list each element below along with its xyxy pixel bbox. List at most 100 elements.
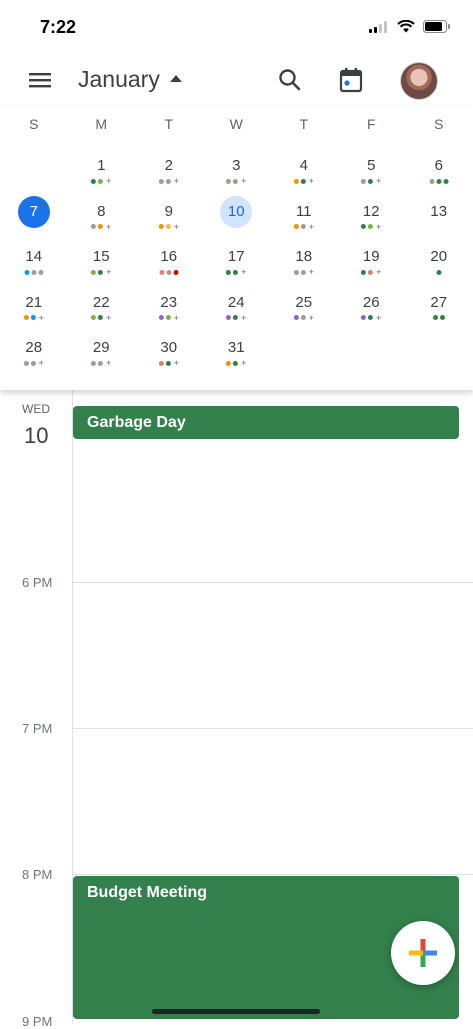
- event-dot: [293, 269, 299, 275]
- day-cell-28[interactable]: 28 +: [0, 332, 68, 378]
- more-events-indicator: +: [308, 176, 314, 186]
- day-cell-17[interactable]: 17 +: [203, 241, 271, 287]
- week-row: 7 8 +9 + 10 11 +12 + 13: [0, 195, 473, 242]
- event-indicator-dots: +: [158, 312, 179, 323]
- event-dot: [436, 178, 442, 184]
- day-cell-3[interactable]: 3 +: [203, 150, 271, 196]
- weekday-label: S: [29, 116, 39, 132]
- day-cell-31[interactable]: 31 +: [203, 332, 271, 378]
- more-events-indicator: +: [376, 176, 382, 186]
- event-dot: [158, 315, 164, 320]
- event-indicator-dots: +: [91, 359, 111, 368]
- event-dot: [368, 315, 374, 320]
- event-dot: [300, 178, 306, 184]
- event-indicator-dots: +: [226, 268, 246, 277]
- day-cell-11[interactable]: 11 +: [270, 196, 338, 242]
- day-cell-9[interactable]: 9 +: [135, 196, 203, 242]
- day-cell-6[interactable]: 6: [405, 150, 473, 196]
- event-indicator-dots: +: [91, 177, 111, 186]
- event-garbage-day[interactable]: Garbage Day: [73, 406, 459, 439]
- create-event-button[interactable]: [391, 921, 455, 985]
- day-cell-1[interactable]: 1 +: [68, 150, 136, 196]
- day-cell-12[interactable]: 12 +: [338, 196, 406, 242]
- day-cell-29[interactable]: 29 +: [68, 332, 136, 378]
- event-dot: [91, 224, 97, 229]
- more-events-indicator: +: [106, 312, 112, 323]
- event-dot: [38, 269, 44, 275]
- event-dot: [300, 315, 306, 320]
- search-button[interactable]: [276, 66, 304, 94]
- day-cell-22[interactable]: 22 +: [68, 287, 136, 333]
- day-cell-23[interactable]: 23 +: [135, 287, 203, 333]
- day-cell-15[interactable]: 15 +: [68, 241, 136, 287]
- day-cell-10[interactable]: 10: [203, 195, 271, 242]
- day-cell-19[interactable]: 19 +: [338, 241, 406, 287]
- event-dot: [439, 315, 445, 320]
- event-dot: [368, 224, 374, 229]
- event-indicator-dots: +: [293, 176, 314, 186]
- day-cell-16[interactable]: 16: [135, 241, 203, 287]
- status-icons: [369, 20, 451, 33]
- event-dot: [226, 315, 232, 320]
- day-cell-21[interactable]: 21 +: [0, 287, 68, 333]
- week-row: 21 +22 +23 +24 +25 +26 +27: [0, 287, 473, 333]
- day-cell-4[interactable]: 4 +: [270, 150, 338, 196]
- event-dot: [91, 360, 97, 366]
- weekday-label: W: [229, 116, 243, 132]
- day-cell-20[interactable]: 20: [405, 241, 473, 287]
- day-cell-13[interactable]: 13: [405, 196, 473, 242]
- event-dot: [293, 224, 299, 229]
- event-dot: [159, 269, 165, 275]
- day-cell-25[interactable]: 25 +: [270, 287, 338, 333]
- day-cell-14[interactable]: 14: [0, 241, 68, 287]
- weekday-label: F: [366, 116, 376, 132]
- day-number: 10: [220, 195, 253, 228]
- day-cell-7[interactable]: 7: [0, 195, 68, 242]
- week-row: 28 +29 +30 +31 +: [0, 332, 473, 378]
- event-dot: [30, 360, 36, 366]
- day-cell-30[interactable]: 30 +: [135, 332, 203, 378]
- event-indicator-dots: +: [226, 176, 247, 186]
- month-selector[interactable]: January: [78, 66, 182, 93]
- event-indicator-dots: +: [158, 221, 179, 232]
- day-cell-8[interactable]: 8 +: [68, 196, 136, 242]
- event-dot: [361, 178, 367, 184]
- empty-day-cell: [405, 332, 473, 378]
- day-cell-5[interactable]: 5 +: [338, 150, 406, 196]
- more-events-indicator: +: [173, 312, 179, 323]
- day-cell-27[interactable]: 27: [405, 287, 473, 333]
- event-dot: [226, 178, 232, 184]
- more-events-indicator: +: [241, 176, 247, 186]
- event-dot: [91, 178, 97, 184]
- more-events-indicator: +: [106, 267, 112, 277]
- event-dot: [432, 315, 438, 320]
- weekday-label: M: [95, 116, 108, 132]
- empty-day-cell: [0, 150, 68, 196]
- jump-to-today-button[interactable]: [338, 66, 364, 94]
- day-number: 7: [17, 195, 50, 228]
- hour-gridline: [72, 728, 473, 729]
- more-events-indicator: +: [308, 267, 314, 277]
- more-events-indicator: +: [38, 312, 44, 323]
- event-dot: [368, 178, 374, 184]
- more-events-indicator: +: [308, 312, 314, 323]
- event-indicator-dots: [436, 269, 442, 275]
- day-cell-24[interactable]: 24 +: [203, 287, 271, 333]
- event-indicator-dots: +: [91, 222, 111, 231]
- hour-label: 6 PM: [22, 575, 53, 590]
- event-dot: [165, 224, 171, 229]
- event-dot: [158, 360, 164, 366]
- event-dot: [233, 269, 239, 275]
- account-avatar[interactable]: [400, 62, 438, 100]
- wifi-icon: [397, 20, 415, 33]
- menu-button[interactable]: [24, 66, 56, 94]
- day-cell-18[interactable]: 18 +: [270, 241, 338, 287]
- more-events-indicator: +: [173, 176, 179, 186]
- day-cell-26[interactable]: 26 +: [338, 287, 406, 333]
- empty-day-cell: [338, 332, 406, 378]
- more-events-indicator: +: [173, 221, 179, 232]
- more-events-indicator: +: [241, 312, 247, 323]
- day-cell-2[interactable]: 2 +: [135, 150, 203, 196]
- event-title: Garbage Day: [87, 414, 186, 431]
- event-dot: [173, 269, 179, 275]
